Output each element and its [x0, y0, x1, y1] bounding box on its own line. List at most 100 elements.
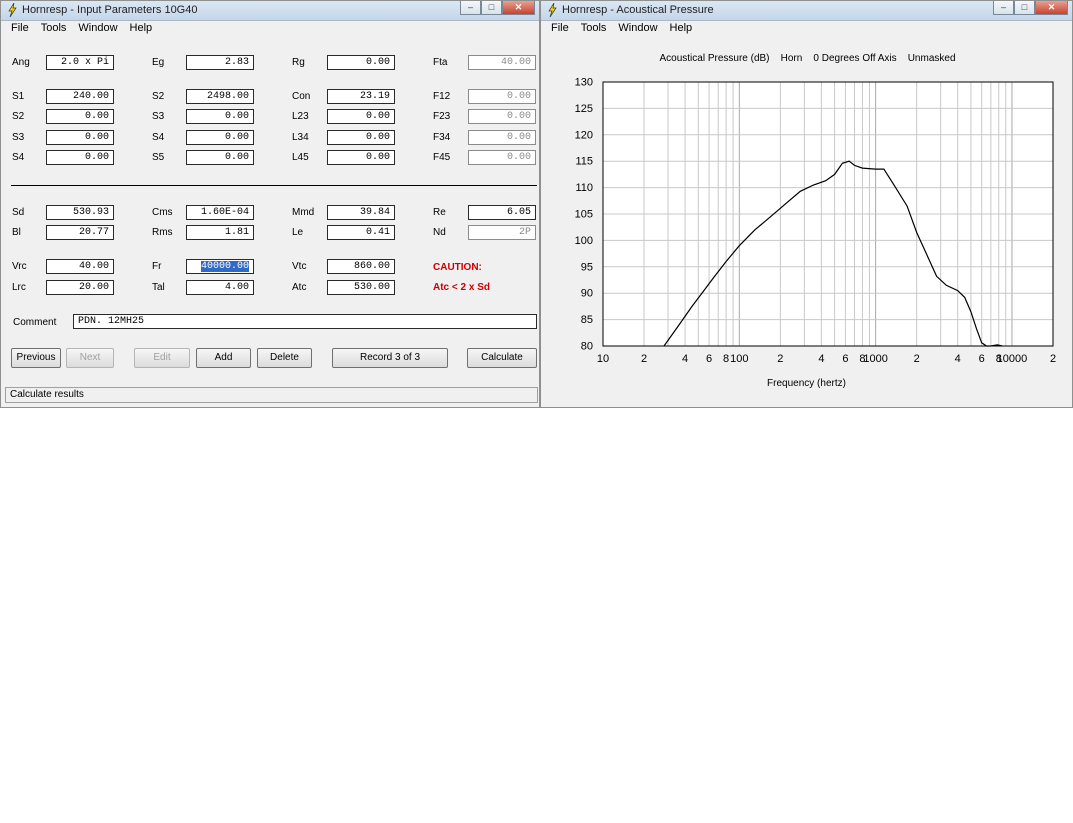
comment-label: Comment [13, 317, 57, 328]
param-label-f34: F34 [433, 132, 451, 143]
y-tick-label: 105 [575, 209, 593, 221]
edit-button[interactable]: Edit [134, 348, 190, 368]
param-input-le[interactable]: 0.41 [327, 225, 395, 240]
param-input-fr[interactable]: 40000.00 [186, 259, 254, 274]
param-input-s1[interactable]: 240.00 [46, 89, 114, 104]
param-input-eg[interactable]: 2.83 [186, 55, 254, 70]
param-input-vtc[interactable]: 860.00 [327, 259, 395, 274]
param-label-cms: Cms [152, 207, 173, 218]
param-input-re[interactable]: 6.05 [468, 205, 536, 220]
x-tick-label: 100 [730, 353, 748, 365]
param-input-vrc[interactable]: 40.00 [46, 259, 114, 274]
param-input-s4[interactable]: 0.00 [46, 150, 114, 165]
param-label-ang: Ang [12, 57, 30, 68]
menu-tools[interactable]: Tools [41, 21, 67, 36]
x-axis-label: Frequency (hertz) [767, 378, 846, 389]
param-input-cms[interactable]: 1.60E-04 [186, 205, 254, 220]
param-input-f34[interactable]: 0.00 [468, 130, 536, 145]
maximize-button[interactable]: □ [481, 1, 502, 15]
param-input-lrc[interactable]: 20.00 [46, 280, 114, 295]
param-value-bl: 20.77 [78, 227, 109, 238]
param-label-fr: Fr [152, 261, 162, 272]
menu-window[interactable]: Window [78, 21, 117, 36]
param-label-vrc: Vrc [12, 261, 27, 272]
y-tick-label: 125 [575, 103, 593, 115]
input-window-titlebar[interactable]: Hornresp - Input Parameters 10G40 – □ ✕ [1, 1, 539, 21]
param-value-le: 0.41 [365, 227, 390, 238]
x-tick-label: 4 [818, 353, 824, 365]
param-label-atc: Atc [292, 282, 307, 293]
y-tick-label: 115 [575, 156, 593, 168]
param-value-fta: 40.00 [500, 57, 531, 68]
param-input-s4[interactable]: 0.00 [186, 130, 254, 145]
param-value-s5: 0.00 [224, 152, 249, 163]
param-input-rms[interactable]: 1.81 [186, 225, 254, 240]
param-label-l45: L45 [292, 152, 309, 163]
param-input-sd[interactable]: 530.93 [46, 205, 114, 220]
x-tick-label: 4 [955, 353, 961, 365]
x-tick-label: 2 [1050, 353, 1056, 365]
param-input-l45[interactable]: 0.00 [327, 150, 395, 165]
calculate-button[interactable]: Calculate [467, 348, 537, 368]
param-label-l34: L34 [292, 132, 309, 143]
param-input-tal[interactable]: 4.00 [186, 280, 254, 295]
record-indicator: Record 3 of 3 [332, 348, 448, 368]
param-label-tal: Tal [152, 282, 165, 293]
minimize-button[interactable]: – [460, 1, 481, 15]
y-tick-label: 120 [575, 129, 593, 141]
param-label-le: Le [292, 227, 304, 238]
param-value-s4: 0.00 [224, 132, 249, 143]
previous-button[interactable]: Previous [11, 348, 61, 368]
next-button[interactable]: Next [66, 348, 114, 368]
close-button[interactable]: ✕ [502, 1, 535, 15]
param-value-fr: 40000.00 [200, 261, 249, 272]
param-value-lrc: 20.00 [78, 282, 109, 293]
hornresp-app-icon [8, 3, 17, 17]
param-input-f12[interactable]: 0.00 [468, 89, 536, 104]
param-value-con: 23.19 [359, 91, 390, 102]
param-input-ang[interactable]: 2.0 x Pi [46, 55, 114, 70]
add-button[interactable]: Add [196, 348, 251, 368]
x-tick-label: 10000 [997, 353, 1028, 365]
param-input-mmd[interactable]: 39.84 [327, 205, 395, 220]
y-tick-label: 130 [575, 77, 593, 89]
param-input-bl[interactable]: 20.77 [46, 225, 114, 240]
delete-button[interactable]: Delete [257, 348, 312, 368]
param-label-vtc: Vtc [292, 261, 307, 272]
param-value-f12: 0.00 [506, 91, 531, 102]
param-value-f23: 0.00 [506, 111, 531, 122]
param-label-eg: Eg [152, 57, 165, 68]
acoustical-pressure-chart: 8085909510010511011512012513010 2 4 6 8 100 2 4… [575, 77, 1056, 366]
param-input-rg[interactable]: 0.00 [327, 55, 395, 70]
param-input-nd[interactable]: 2P [468, 225, 536, 240]
param-label-fta: Fta [433, 57, 448, 68]
param-label-con: Con [292, 91, 311, 102]
y-tick-label: 110 [575, 182, 593, 194]
y-tick-label: 90 [581, 288, 593, 300]
param-input-fta[interactable]: 40.00 [468, 55, 536, 70]
x-tick-label: 10 [597, 353, 609, 365]
param-input-l34[interactable]: 0.00 [327, 130, 395, 145]
param-input-f45[interactable]: 0.00 [468, 150, 536, 165]
param-input-atc[interactable]: 530.00 [327, 280, 395, 295]
param-input-l23[interactable]: 0.00 [327, 109, 395, 124]
param-value-s1: 240.00 [72, 91, 109, 102]
param-input-s2[interactable]: 2498.00 [186, 89, 254, 104]
comment-input[interactable]: PDN. 12MH25 [73, 314, 537, 329]
param-value-s2: 0.00 [84, 111, 109, 122]
param-input-s2[interactable]: 0.00 [46, 109, 114, 124]
param-input-s3[interactable]: 0.00 [46, 130, 114, 145]
param-input-con[interactable]: 23.19 [327, 89, 395, 104]
input-parameters-window: Hornresp - Input Parameters 10G40 – □ ✕ … [0, 0, 540, 408]
x-tick-label: 2 [777, 353, 783, 365]
param-input-s3[interactable]: 0.00 [186, 109, 254, 124]
param-input-f23[interactable]: 0.00 [468, 109, 536, 124]
param-value-sd: 530.93 [72, 207, 109, 218]
input-window-menubar: File Tools Window Help [1, 21, 539, 36]
menu-file[interactable]: File [11, 21, 29, 36]
menu-help[interactable]: Help [130, 21, 153, 36]
param-value-re: 6.05 [506, 207, 531, 218]
acoustical-pressure-window: Hornresp - Acoustical Pressure – □ ✕ Fil… [540, 0, 1073, 408]
param-input-s5[interactable]: 0.00 [186, 150, 254, 165]
y-tick-label: 80 [581, 341, 593, 353]
